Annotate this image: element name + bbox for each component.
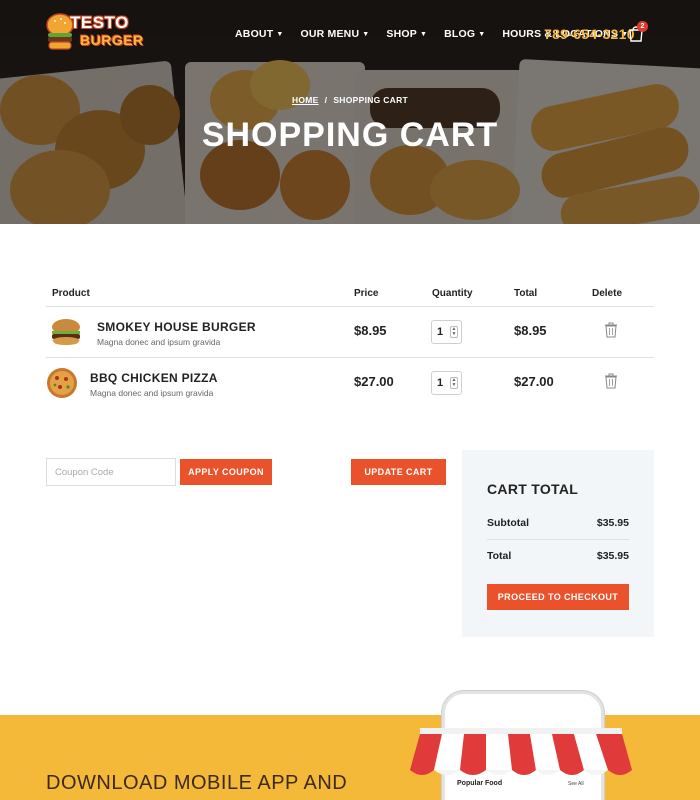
cart-count-badge: 2: [637, 21, 648, 32]
total-value: $35.95: [596, 550, 629, 562]
burger-image: [52, 319, 80, 345]
update-cart-button[interactable]: UPDATE CART: [351, 459, 446, 485]
spinner-arrows-icon[interactable]: ▲ ▼: [450, 326, 458, 338]
cart-totals-panel: CART TOTAL Subtotal $35.95 Total $35.95 …: [462, 450, 654, 637]
quantity-value: 1: [437, 377, 444, 389]
header-quantity: Quantity: [432, 288, 473, 299]
product-description: Magna donec and ipsum gravida: [90, 388, 214, 398]
nav-item-shop[interactable]: SHOP ▼: [386, 28, 427, 40]
quantity-value: 1: [437, 326, 444, 338]
trash-icon[interactable]: [604, 322, 618, 338]
cart-row: BBQ CHICKEN PIZZA Magna donec and ipsum …: [46, 358, 654, 409]
logo-text-bottom: BURGER: [80, 32, 144, 48]
cart-row: SMOKEY HOUSE BURGER Magna donec and ipsu…: [46, 307, 654, 358]
quantity-stepper[interactable]: 1 ▲ ▼: [431, 371, 462, 395]
chevron-down-icon: ▼: [276, 30, 284, 38]
trash-icon[interactable]: [604, 373, 618, 389]
subtotal-value: $35.95: [596, 517, 629, 529]
breadcrumb: HOME / SHOPPING CART: [0, 95, 700, 105]
table-header: Product Price Quantity Total Delete: [46, 282, 654, 307]
product-price: $27.00: [354, 374, 394, 389]
phone-number[interactable]: 789-654-3210: [544, 26, 635, 42]
pizza-image: [47, 368, 77, 398]
product-description: Magna donec and ipsum gravida: [97, 337, 221, 347]
logo-text-top: TESTO: [70, 13, 129, 32]
spinner-arrows-icon[interactable]: ▲ ▼: [450, 377, 458, 389]
coupon-code-input[interactable]: [46, 458, 176, 486]
quantity-stepper[interactable]: 1 ▲ ▼: [431, 320, 462, 344]
divider: [487, 539, 629, 540]
subtotal-label: Subtotal: [487, 517, 529, 529]
proceed-to-checkout-button[interactable]: PROCEED TO CHECKOUT: [487, 584, 629, 610]
phone-popular-food-label: Popular Food: [457, 780, 503, 787]
nav-item-about[interactable]: ABOUT ▼: [235, 28, 283, 40]
product-price: $8.95: [354, 323, 387, 338]
cart-table: Product Price Quantity Total Delete SMOK…: [46, 282, 654, 409]
product-total: $27.00: [514, 374, 554, 389]
chevron-down-icon: ▼: [419, 30, 428, 38]
product-total: $8.95: [514, 323, 547, 338]
header-total: Total: [514, 288, 538, 299]
header-delete: Delete: [592, 288, 623, 299]
breadcrumb-current: SHOPPING CART: [333, 95, 409, 105]
nav-item-our-menu[interactable]: OUR MENU ▼: [300, 28, 369, 40]
hero-banner: TESTO BURGER ABOUT ▼ OUR MENU ▼ SHOP ▼ BLOG…: [0, 0, 700, 224]
nav-item-blog[interactable]: BLOG ▼: [444, 28, 485, 40]
product-name[interactable]: SMOKEY HOUSE BURGER: [97, 320, 256, 334]
store-awning-icon: [410, 728, 632, 775]
header-product: Product: [52, 288, 90, 299]
product-name[interactable]: BBQ CHICKEN PIZZA: [90, 371, 218, 385]
cart-total-heading: CART TOTAL: [487, 481, 579, 497]
breadcrumb-home-link[interactable]: HOME: [292, 95, 319, 105]
breadcrumb-separator: /: [324, 95, 328, 105]
app-banner-title: DOWNLOAD MOBILE APP AND: [46, 772, 348, 794]
page-title: SHOPPING CART: [201, 116, 499, 154]
phone-see-all-link: See All: [568, 781, 584, 787]
chevron-down-icon: ▼: [478, 30, 486, 38]
chevron-down-icon: ▼: [362, 30, 370, 38]
apply-coupon-button[interactable]: APPLY COUPON: [180, 459, 272, 485]
logo[interactable]: TESTO BURGER: [46, 10, 143, 54]
total-label: Total: [487, 550, 512, 562]
header-price: Price: [354, 288, 379, 299]
